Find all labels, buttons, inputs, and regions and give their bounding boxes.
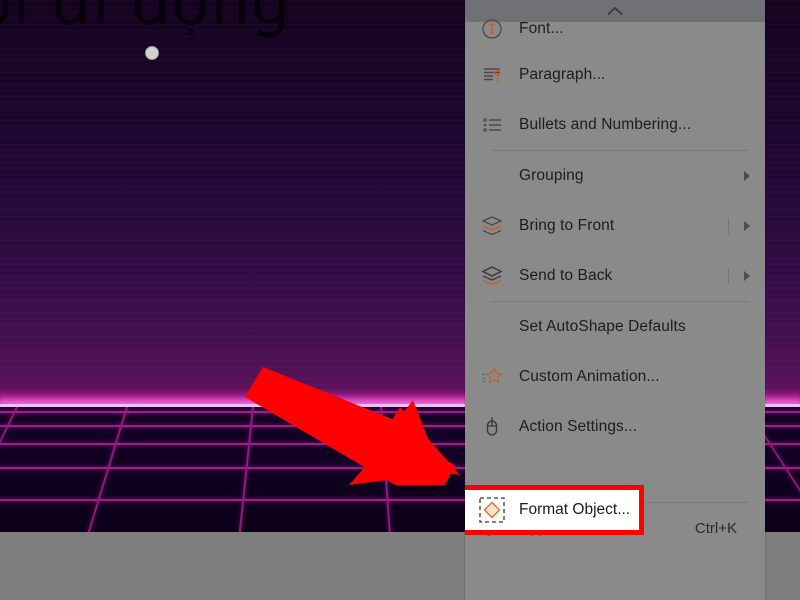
annotation-arrow	[245, 367, 460, 485]
menu-item-label: Set AutoShape Defaults	[519, 318, 686, 335]
chevron-right-icon	[744, 171, 750, 181]
menu-item-label: Bring to Front	[519, 217, 615, 234]
menu-item-bring-to-front[interactable]: Bring to Front	[465, 201, 765, 251]
menu-item-format-object-highlighted[interactable]: Format Object...	[465, 485, 644, 535]
menu-item-label: Paragraph...	[519, 66, 606, 83]
menu-item-label: Send to Back	[519, 267, 613, 284]
menu-item-grouping[interactable]: Grouping	[465, 151, 765, 201]
selection-handle[interactable]	[145, 46, 159, 60]
paragraph-icon	[477, 60, 507, 90]
custom-animation-icon	[477, 362, 507, 392]
menu-item-paragraph[interactable]: Paragraph...	[465, 50, 765, 100]
action-settings-icon	[477, 412, 507, 442]
menu-item-label: Font...	[519, 20, 564, 37]
submenu-indicator	[728, 218, 751, 234]
menu-item-label: Action Settings...	[519, 418, 638, 435]
slide-title-text[interactable]: ời di động	[0, 0, 291, 39]
submenu-indicator	[743, 170, 751, 182]
menu-item-bullets-and-numbering[interactable]: Bullets and Numbering...	[465, 100, 765, 150]
submenu-indicator	[728, 268, 751, 284]
menu-item-send-to-back[interactable]: Send to Back	[465, 251, 765, 301]
powerpoint-window: ời di động Font... Paragraph... Bullets …	[0, 0, 800, 600]
bullets-numbering-icon	[477, 110, 507, 140]
format-object-icon	[477, 495, 507, 525]
menu-item-label: Custom Animation...	[519, 368, 660, 385]
bring-to-front-icon	[477, 211, 507, 241]
menu-item-set-autoshape-defaults[interactable]: Set AutoShape Defaults	[465, 302, 765, 352]
menu-item-font[interactable]: Font...	[465, 8, 765, 50]
chevron-right-icon	[744, 221, 750, 231]
menu-item-shortcut: Ctrl+K	[694, 519, 737, 537]
chevron-right-icon	[744, 271, 750, 281]
menu-item-action-settings[interactable]: Action Settings...	[465, 402, 765, 452]
menu-item-label: Format Object...	[519, 501, 631, 518]
menu-item-label: Grouping	[519, 167, 584, 184]
font-icon	[477, 14, 507, 44]
context-menu[interactable]: Font... Paragraph... Bullets and Numberi…	[465, 0, 765, 600]
context-menu-list: Font... Paragraph... Bullets and Numberi…	[465, 8, 765, 553]
menu-item-custom-animation[interactable]: Custom Animation...	[465, 352, 765, 402]
send-to-back-icon	[477, 261, 507, 291]
menu-item-label: Bullets and Numbering...	[519, 116, 692, 133]
